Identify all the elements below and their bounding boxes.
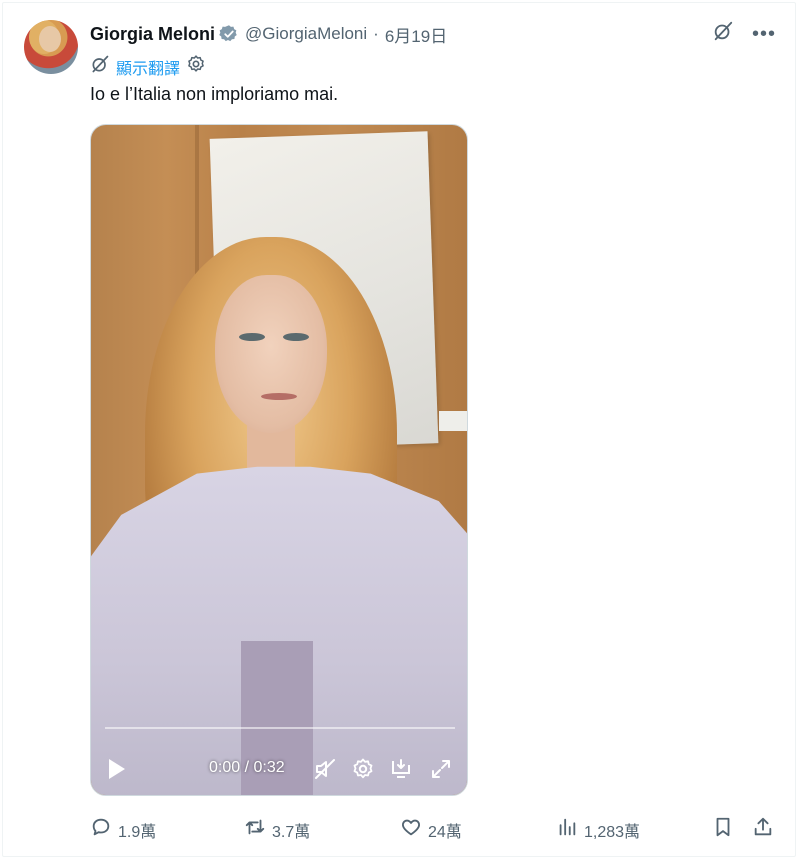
share-icon (752, 816, 774, 843)
tweet-header: Giorgia Meloni @GiorgiaMeloni · 6月19日 (90, 20, 447, 48)
video-time: 0:00 / 0:32 (209, 759, 285, 776)
grok-icon[interactable] (712, 20, 734, 47)
translate-row: 顯示翻譯 (90, 54, 206, 79)
fullscreen-icon[interactable] (429, 757, 453, 781)
translate-icon (90, 54, 110, 79)
views-count: 1,283萬 (584, 823, 641, 841)
handle[interactable]: @GiorgiaMeloni (245, 24, 367, 44)
retweet-icon (244, 816, 266, 843)
show-translation-link[interactable]: 顯示翻譯 (116, 55, 180, 79)
like-button[interactable]: 24萬 (400, 816, 462, 843)
separator-dot: · (373, 24, 379, 43)
person-eye-left (239, 333, 265, 341)
person-eye-right (283, 333, 309, 341)
settings-icon[interactable] (351, 757, 375, 781)
display-name[interactable]: Giorgia Meloni (90, 24, 215, 45)
retweet-button[interactable]: 3.7萬 (244, 816, 310, 843)
reply-icon (90, 816, 112, 843)
settings-gear-icon[interactable] (186, 54, 206, 79)
pip-icon[interactable] (389, 757, 413, 781)
reply-button[interactable]: 1.9萬 (90, 816, 156, 843)
verified-badge-icon (219, 24, 239, 44)
tweet-header-actions: ••• (712, 20, 776, 47)
views-icon (556, 816, 578, 843)
tweet-actions: 1.9萬 3.7萬 24萬 1,283萬 (90, 816, 776, 843)
views-button[interactable]: 1,283萬 (556, 816, 640, 843)
video-controls: 0:00 / 0:32 (91, 749, 467, 789)
retweet-count: 3.7萬 (272, 823, 311, 841)
tweet-date[interactable]: 6月19日 (385, 22, 447, 47)
video-player[interactable]: 0:00 / 0:32 (90, 124, 468, 796)
bookmark-button[interactable] (712, 816, 734, 843)
more-icon[interactable]: ••• (752, 24, 776, 44)
avatar[interactable] (24, 20, 78, 74)
wall-label (439, 411, 467, 431)
reply-count: 1.9萬 (118, 823, 157, 841)
person-mouth (261, 393, 297, 400)
play-icon[interactable] (107, 757, 127, 781)
tweet-text: Io e l’Italia non imploriamo mai. (90, 84, 339, 104)
mute-icon[interactable] (313, 757, 337, 781)
person-face (215, 275, 327, 433)
like-count: 24萬 (428, 823, 462, 841)
like-icon (400, 816, 422, 843)
video-progress-bar[interactable] (105, 727, 455, 729)
bookmark-icon (712, 816, 734, 843)
share-button[interactable] (752, 816, 774, 843)
